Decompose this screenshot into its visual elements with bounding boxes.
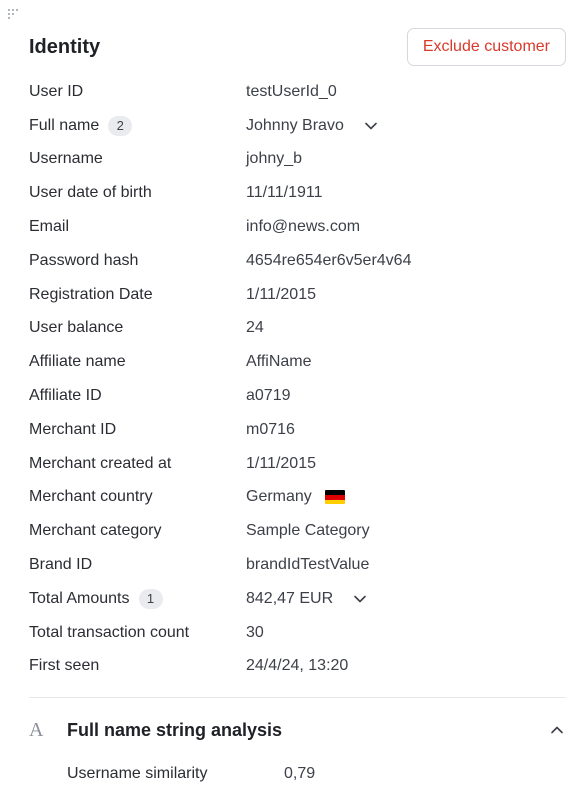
field-value: Germany bbox=[246, 488, 312, 506]
field-row-email: Email info@news.com bbox=[29, 210, 566, 244]
field-label: User ID bbox=[29, 82, 84, 100]
field-label: User balance bbox=[29, 319, 124, 337]
field-row-first-seen: First seen 24/4/24, 13:20 bbox=[29, 650, 566, 684]
field-label: User date of birth bbox=[29, 184, 152, 202]
drag-handle-icon[interactable] bbox=[8, 9, 22, 21]
field-row-username-similarity: Username similarity 0,79 bbox=[67, 762, 315, 786]
field-row-merchant-id: Merchant ID m0716 bbox=[29, 413, 566, 447]
field-row-merchant-category: Merchant category Sample Category bbox=[29, 514, 566, 548]
field-row-full-name: Full name 2 Johnny Bravo bbox=[29, 109, 566, 143]
field-label: Email bbox=[29, 218, 70, 236]
field-row-merchant-country: Merchant country Germany bbox=[29, 481, 566, 515]
field-label-wrap: Total Amounts 1 bbox=[29, 588, 246, 609]
field-value-wrap: Germany bbox=[246, 488, 345, 506]
field-value: m0716 bbox=[246, 420, 295, 438]
field-label: Affiliate ID bbox=[29, 387, 102, 405]
germany-flag-icon bbox=[324, 490, 345, 505]
field-row-merchant-created-at: Merchant created at 1/11/2015 bbox=[29, 447, 566, 481]
field-value: Johnny Bravo bbox=[246, 116, 344, 134]
identity-fields: User ID testUserId_0 Full name 2 Johnny … bbox=[29, 75, 566, 683]
text-format-icon: A bbox=[29, 718, 44, 741]
count-badge: 1 bbox=[138, 588, 163, 609]
field-row-affiliate-id: Affiliate ID a0719 bbox=[29, 379, 566, 413]
field-label: Merchant category bbox=[29, 522, 162, 540]
field-label: Merchant created at bbox=[29, 454, 172, 472]
section-divider bbox=[29, 697, 566, 698]
field-row-date-of-birth: User date of birth 11/11/1911 bbox=[29, 176, 566, 210]
field-value: brandIdTestValue bbox=[246, 556, 370, 574]
field-label: Registration Date bbox=[29, 285, 153, 303]
field-label: Full name bbox=[29, 116, 100, 134]
field-row-brand-id: Brand ID brandIdTestValue bbox=[29, 548, 566, 582]
field-label: Affiliate name bbox=[29, 353, 126, 371]
field-row-user-balance: User balance 24 bbox=[29, 312, 566, 346]
field-value: 24/4/24, 13:20 bbox=[246, 657, 349, 675]
field-label: Username bbox=[29, 150, 103, 168]
chevron-up-icon[interactable] bbox=[548, 721, 566, 739]
field-label: Username similarity bbox=[67, 765, 208, 782]
string-analysis-header[interactable]: A Full name string analysis bbox=[29, 712, 566, 748]
count-badge: 2 bbox=[108, 115, 133, 136]
exclude-customer-button[interactable]: Exclude customer bbox=[406, 28, 566, 66]
field-label: First seen bbox=[29, 657, 100, 675]
field-label-wrap: Full name 2 bbox=[29, 115, 246, 136]
field-value: johny_b bbox=[246, 150, 303, 168]
field-label: Total transaction count bbox=[29, 623, 190, 641]
field-row-user-id: User ID testUserId_0 bbox=[29, 75, 566, 109]
field-row-affiliate-name: Affiliate name AffiName bbox=[29, 345, 566, 379]
field-label: Merchant ID bbox=[29, 420, 117, 438]
field-row-password-hash: Password hash 4654re654er6v5er4v64 bbox=[29, 244, 566, 278]
chevron-down-icon[interactable] bbox=[353, 592, 367, 606]
field-value: a0719 bbox=[246, 387, 291, 405]
section-title-identity: Identity bbox=[29, 35, 101, 58]
field-value: 1/11/2015 bbox=[246, 454, 316, 472]
field-row-total-transaction-count: Total transaction count 30 bbox=[29, 616, 566, 650]
field-value: 4654re654er6v5er4v64 bbox=[246, 251, 412, 269]
field-value: 1/11/2015 bbox=[246, 285, 316, 303]
field-value: 11/11/1911 bbox=[246, 184, 323, 202]
field-value: 30 bbox=[246, 623, 264, 641]
section-title-string-analysis: Full name string analysis bbox=[67, 719, 283, 740]
field-label: Password hash bbox=[29, 251, 139, 269]
field-label: Merchant country bbox=[29, 488, 153, 506]
field-value-wrap: Johnny Bravo bbox=[246, 117, 378, 135]
field-label: Total Amounts bbox=[29, 589, 130, 607]
chevron-down-icon[interactable] bbox=[364, 119, 378, 133]
identity-header: Identity Exclude customer bbox=[29, 27, 566, 67]
field-row-registration-date: Registration Date 1/11/2015 bbox=[29, 278, 566, 312]
field-value: 0,79 bbox=[284, 765, 316, 782]
field-value-wrap: 842,47 EUR bbox=[246, 590, 367, 608]
field-value: 24 bbox=[246, 319, 264, 337]
field-value: AffiName bbox=[246, 353, 312, 371]
field-value: 842,47 EUR bbox=[246, 589, 334, 607]
field-label: Brand ID bbox=[29, 556, 93, 574]
field-row-username: Username johny_b bbox=[29, 143, 566, 177]
field-value: Sample Category bbox=[246, 522, 370, 540]
field-row-total-amounts: Total Amounts 1 842,47 EUR bbox=[29, 582, 566, 616]
field-value: info@news.com bbox=[246, 218, 361, 236]
field-value: testUserId_0 bbox=[246, 82, 337, 100]
